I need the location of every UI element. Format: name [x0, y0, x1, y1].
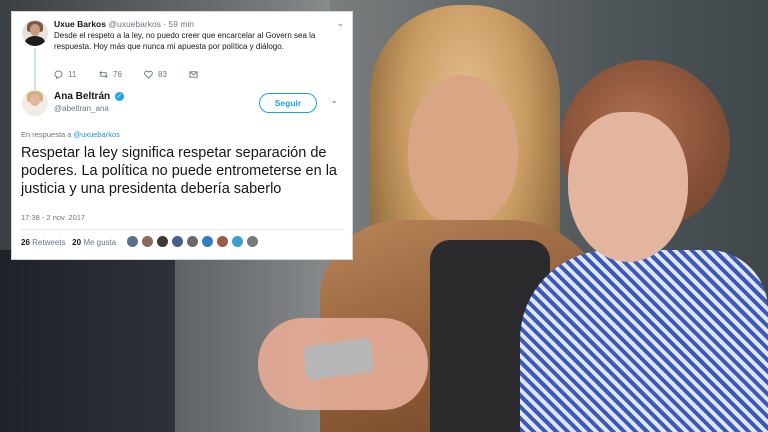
verified-icon: ✓	[114, 91, 124, 101]
retweet-icon	[99, 71, 108, 78]
tweet-card: Uxue Barkos @uxuebarkos · 59 min ⌄ Desde…	[11, 11, 353, 260]
heart-icon	[144, 70, 153, 79]
dm-icon	[189, 71, 198, 78]
liker-avatar[interactable]	[186, 235, 199, 248]
chevron-down-icon[interactable]: ⌄	[336, 18, 344, 29]
liker-avatar[interactable]	[126, 235, 139, 248]
retweet-button[interactable]: 76	[99, 70, 144, 79]
retweets-label: Retweets	[32, 238, 66, 247]
in-reply-handle[interactable]: @uxuebarkos	[74, 130, 120, 139]
woman-blue-tweed-jacket	[520, 250, 768, 432]
reply-author-handle[interactable]: @uxuebarkos	[108, 19, 161, 29]
retweet-count: 76	[113, 70, 122, 79]
avatar[interactable]	[22, 90, 48, 116]
likers-avatars	[126, 235, 259, 248]
avatar[interactable]	[22, 20, 48, 46]
main-author: Ana Beltrán ✓	[54, 91, 124, 102]
like-count: 83	[158, 70, 167, 79]
liker-avatar[interactable]	[156, 235, 169, 248]
divider	[21, 229, 343, 230]
main-author-handle[interactable]: @abeltran_ana	[54, 104, 109, 113]
reply-button[interactable]: 11	[54, 70, 99, 79]
reply-time[interactable]: 59 min	[169, 19, 195, 29]
tweet-stats: 26 Retweets 20 Me gusta	[21, 238, 116, 247]
reply-icon	[54, 70, 63, 79]
person-suit-left	[0, 250, 175, 432]
likes-label: Me gusta	[83, 238, 117, 247]
retweets-count: 26	[21, 238, 30, 247]
reply-count: 11	[68, 70, 77, 79]
liker-avatar[interactable]	[216, 235, 229, 248]
in-reply-to: En respuesta a @uxuebarkos	[21, 130, 120, 139]
liker-avatar[interactable]	[141, 235, 154, 248]
retweets-stat[interactable]: 26 Retweets	[21, 238, 66, 247]
likes-stat[interactable]: 20 Me gusta	[72, 238, 116, 247]
chevron-down-icon[interactable]: ⌄	[330, 95, 338, 106]
liker-avatar[interactable]	[171, 235, 184, 248]
reply-actions: 11 76 83	[54, 70, 234, 79]
in-reply-prefix: En respuesta a	[21, 130, 72, 139]
reply-text: Desde el respeto a la ley, no puedo cree…	[54, 31, 316, 51]
woman-red-hair-face	[568, 112, 688, 262]
main-tweet-text: Respetar la ley significa respetar separ…	[21, 145, 337, 197]
liker-avatar[interactable]	[201, 235, 214, 248]
like-button[interactable]: 83	[144, 70, 189, 79]
tweet-timestamp[interactable]: 17:38 - 2 nov. 2017	[21, 213, 85, 222]
main-tweet-header: Ana Beltrán ✓ @abeltran_ana Seguir ⌄	[12, 86, 352, 122]
reply-tweet: Uxue Barkos @uxuebarkos · 59 min ⌄ Desde…	[12, 12, 352, 92]
follow-button[interactable]: Seguir	[259, 93, 317, 113]
liker-avatar[interactable]	[231, 235, 244, 248]
main-author-name[interactable]: Ana Beltrán	[54, 91, 110, 102]
likes-count: 20	[72, 238, 82, 247]
dm-button[interactable]	[189, 70, 234, 79]
liker-avatar[interactable]	[246, 235, 259, 248]
reply-author-name[interactable]: Uxue Barkos	[54, 19, 106, 29]
woman-blonde-face	[408, 75, 518, 225]
reply-author: Uxue Barkos @uxuebarkos · 59 min	[54, 19, 194, 29]
